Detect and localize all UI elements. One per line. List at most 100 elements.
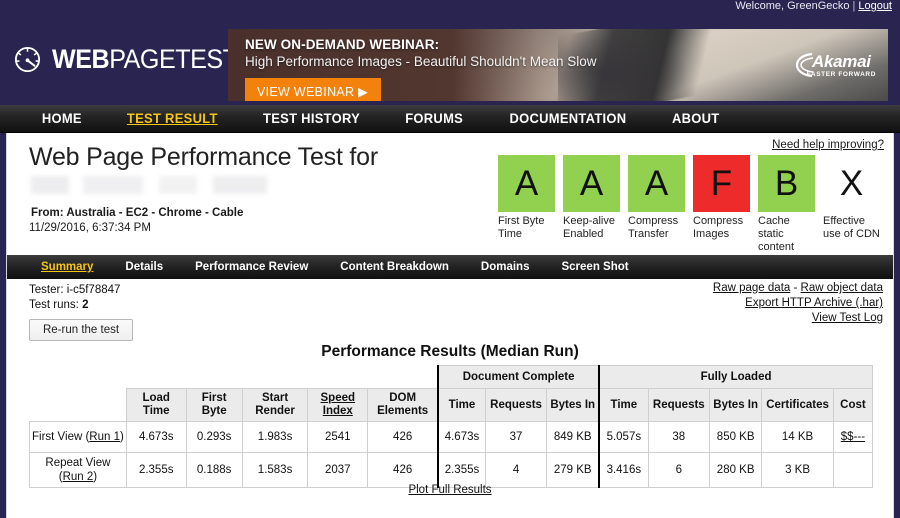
- rerun-test-button[interactable]: Re-run the test: [29, 319, 134, 341]
- group-fully-loaded: Fully Loaded: [598, 365, 874, 389]
- view-webinar-button[interactable]: VIEW WEBINAR ▶: [245, 78, 382, 101]
- grade-letter: A: [563, 155, 620, 212]
- cell-certificates: 14 KB: [761, 421, 834, 453]
- grade-letter: F: [693, 155, 750, 212]
- redacted-url: [31, 176, 331, 194]
- nav-item-about[interactable]: ABOUT: [651, 111, 739, 126]
- cell-first-byte: 0.293s: [185, 421, 243, 453]
- header-start-render: Start Render: [241, 388, 309, 422]
- grade-letter: A: [498, 155, 555, 212]
- group-blank-cell: [242, 366, 308, 389]
- logo-wordmark: WEBPAGETEST: [52, 44, 238, 75]
- banner-subheadline: High Performance Images - Beautiful Shou…: [245, 54, 597, 69]
- header-dc-requests: Requests: [484, 388, 548, 422]
- group-document-complete: Document Complete: [437, 365, 601, 389]
- header-dc-time: Time: [437, 388, 486, 422]
- group-blank-cell: [186, 366, 242, 389]
- akamai-swoosh-icon: [795, 52, 813, 78]
- results-heading: Performance Results (Median Run): [321, 343, 579, 360]
- repeat-view-text: Repeat View: [45, 457, 111, 469]
- plot-full-results-link[interactable]: Plot Full Results: [408, 484, 491, 496]
- header-blank-cell: [30, 389, 127, 422]
- grade-compress-transfer[interactable]: A Compress Transfer: [628, 155, 685, 254]
- plot-full-results-row: Plot Full Results: [7, 480, 893, 498]
- header-speed-index[interactable]: Speed Index: [307, 388, 369, 422]
- group-blank-cell: [368, 366, 438, 389]
- cell-cost[interactable]: $$---: [832, 421, 874, 453]
- akamai-name: Akamai: [812, 52, 871, 71]
- nav-item-forums[interactable]: FORUMS: [385, 111, 483, 126]
- performance-results-table: Document Complete Fully Loaded Load Time…: [29, 365, 874, 488]
- cell-speed-index: 2541: [307, 421, 369, 453]
- cell-fl-requests: 38: [647, 421, 711, 453]
- header-cost: Cost: [832, 388, 874, 422]
- header-dom-elements: DOM Elements: [367, 388, 439, 422]
- grade-label: Keep-alive Enabled: [563, 215, 615, 240]
- header-dc-bytes-in: Bytes In: [546, 388, 601, 422]
- cell-dc-time: 4.673s: [437, 421, 486, 453]
- grade-strip: A First Byte Time A Keep-alive Enabled A…: [498, 155, 884, 254]
- nav-item-test-result[interactable]: TEST RESULT: [106, 111, 237, 126]
- welcome-separator: |: [852, 0, 856, 12]
- tab-details[interactable]: Details: [109, 261, 179, 273]
- grade-keep-alive-enabled[interactable]: A Keep-alive Enabled: [563, 155, 620, 254]
- site-logo[interactable]: WEBPAGETEST: [0, 44, 238, 75]
- logout-link[interactable]: Logout: [858, 0, 892, 12]
- grade-label: Compress Images: [693, 215, 744, 240]
- grade-label: First Byte Time: [498, 215, 545, 240]
- view-test-log-link[interactable]: View Test Log: [812, 312, 883, 324]
- tab-performance-review[interactable]: Performance Review: [179, 261, 324, 273]
- welcome-text: Welcome, GreenGecko: [735, 0, 850, 12]
- main-navigation: HOME TEST RESULT TEST HISTORY FORUMS DOC…: [0, 105, 900, 133]
- cost-link[interactable]: $$---: [841, 431, 865, 443]
- group-blank-cell: [30, 366, 127, 389]
- raw-object-data-link[interactable]: Raw object data: [801, 282, 883, 294]
- test-meta-block: Tester: i-c5f78847 Test runs: 2 Re-run t…: [29, 283, 134, 341]
- cell-dom-elements: 426: [367, 421, 439, 453]
- first-view-text: First View (: [32, 431, 90, 443]
- column-header-row: Load Time First Byte Start Render Speed …: [30, 388, 874, 422]
- speed-index-link[interactable]: Speed Index: [321, 392, 356, 417]
- cell-fl-time: 5.057s: [598, 421, 649, 453]
- cell-fl-bytes-in: 850 KB: [709, 421, 763, 453]
- nav-item-test-history[interactable]: TEST HISTORY: [243, 111, 380, 126]
- header-load-time: Load Time: [125, 388, 187, 422]
- export-har-row: Export HTTP Archive (.har): [713, 296, 883, 311]
- logo-pagetest: PAGETEST: [109, 44, 238, 74]
- nav-item-documentation[interactable]: DOCUMENTATION: [489, 111, 646, 126]
- header-certificates: Certificates: [761, 388, 834, 422]
- result-export-links: Raw page data - Raw object data Export H…: [713, 281, 883, 326]
- link-separator: -: [790, 282, 801, 294]
- grade-effective-use-of-cdn[interactable]: X Effective use of CDN: [823, 155, 880, 254]
- test-runs-label: Test runs:: [29, 299, 79, 311]
- grade-letter: A: [628, 155, 685, 212]
- nav-item-home[interactable]: HOME: [22, 111, 102, 126]
- row-label-first-view: First View (Run 1): [29, 421, 127, 453]
- group-header-row: Document Complete Fully Loaded: [30, 365, 874, 389]
- grade-letter: X: [839, 164, 864, 203]
- cell-load-time: 4.673s: [125, 421, 187, 453]
- raw-page-data-link[interactable]: Raw page data: [713, 282, 790, 294]
- tab-content-breakdown[interactable]: Content Breakdown: [324, 261, 465, 273]
- cell-start-render: 1.983s: [241, 421, 309, 453]
- need-help-improving-link[interactable]: Need help improving?: [498, 139, 884, 151]
- tab-domains[interactable]: Domains: [465, 261, 546, 273]
- sponsor-banner-ad[interactable]: NEW ON-DEMAND WEBINAR: High Performance …: [228, 29, 888, 101]
- akamai-logo: Akamai FASTER FORWARD: [795, 52, 876, 79]
- tab-screen-shot[interactable]: Screen Shot: [545, 261, 644, 273]
- grade-letter: B: [758, 155, 815, 212]
- speedometer-icon: [14, 46, 41, 73]
- grade-cache-static-content[interactable]: B Cache static content: [758, 155, 815, 254]
- export-har-link[interactable]: Export HTTP Archive (.har): [745, 297, 883, 309]
- test-runs-value: 2: [82, 299, 89, 311]
- run-1-link[interactable]: Run 1: [89, 431, 120, 443]
- welcome-area: Welcome, GreenGecko | Logout: [735, 0, 892, 12]
- results-table-head: Document Complete Fully Loaded Load Time…: [30, 365, 874, 422]
- header-fl-requests: Requests: [647, 388, 711, 422]
- grade-first-byte-time[interactable]: A First Byte Time: [498, 155, 555, 254]
- cell-dc-requests: 37: [484, 421, 548, 453]
- grade-compress-images[interactable]: F Compress Images: [693, 155, 750, 254]
- akamai-tagline: FASTER FORWARD: [806, 71, 876, 78]
- top-account-strip: Welcome, GreenGecko | Logout: [0, 0, 900, 14]
- tab-summary[interactable]: Summary: [25, 261, 109, 273]
